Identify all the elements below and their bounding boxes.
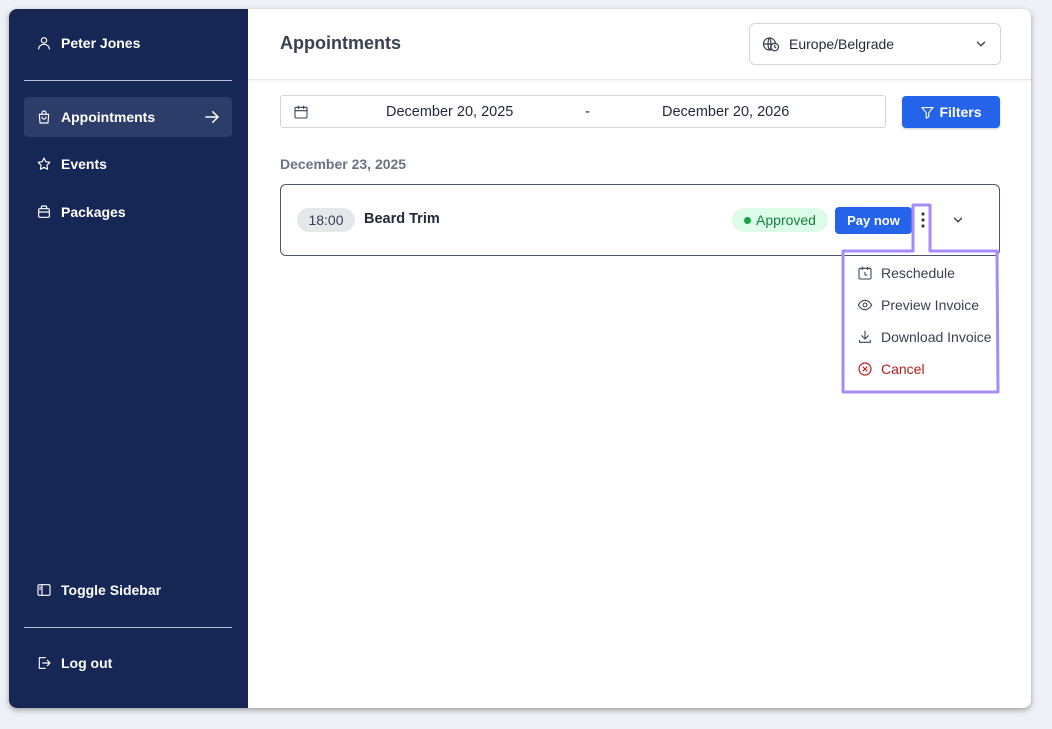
menu-item-download-invoice[interactable]: Download Invoice (846, 323, 996, 351)
more-options-icon[interactable] (917, 209, 929, 231)
appointment-card[interactable]: 18:00 Beard Trim Approved Pay now (280, 184, 1000, 256)
sidebar-item-label: Appointments (61, 109, 156, 125)
menu-item-preview-invoice[interactable]: Preview Invoice (846, 291, 996, 319)
layout-sidebar-icon (35, 582, 52, 599)
calendar-icon (294, 105, 308, 119)
star-icon (35, 156, 52, 173)
logout-button[interactable]: Log out (24, 643, 232, 683)
date-range-picker[interactable]: December 20, 2025 - December 20, 2026 (280, 95, 886, 128)
status-badge: Approved (732, 208, 828, 232)
menu-item-label: Download Invoice (881, 329, 992, 345)
start-date: December 20, 2025 (386, 104, 514, 120)
end-date: December 20, 2026 (662, 104, 790, 120)
logout-label: Log out (61, 655, 113, 671)
sidebar-item-label: Events (61, 156, 107, 172)
appointment-service: Beard Trim (364, 211, 440, 227)
menu-item-label: Reschedule (881, 265, 955, 281)
menu-item-label: Cancel (881, 361, 925, 377)
status-dot-icon (744, 216, 752, 224)
toggle-sidebar-button[interactable]: Toggle Sidebar (24, 570, 232, 610)
appointment-time: 18:00 (297, 208, 355, 232)
user-profile[interactable]: Peter Jones (24, 23, 232, 63)
group-date-heading: December 23, 2025 (280, 156, 407, 172)
sidebar-divider (24, 627, 232, 628)
download-icon (856, 328, 874, 346)
sidebar-divider (24, 80, 232, 81)
timezone-value: Europe/Belgrade (789, 36, 895, 52)
menu-item-label: Preview Invoice (881, 297, 980, 313)
options-menu: Reschedule Preview Invoice Download Invo… (846, 256, 996, 388)
menu-item-reschedule[interactable]: Reschedule (846, 259, 996, 287)
sidebar-item-events[interactable]: Events (24, 144, 232, 184)
chevron-down-icon[interactable] (951, 213, 965, 227)
calendar-clock-icon (856, 264, 874, 282)
menu-item-cancel[interactable]: Cancel (846, 355, 996, 383)
eye-icon (856, 296, 874, 314)
date-separator: - (585, 104, 590, 120)
filters-button[interactable]: Filters (902, 96, 1000, 128)
sidebar-item-packages[interactable]: Packages (24, 192, 232, 232)
filters-label: Filters (939, 104, 982, 120)
logout-icon (35, 655, 52, 672)
sidebar-item-label: Packages (61, 204, 126, 220)
x-circle-icon (856, 360, 874, 378)
filter-icon (921, 106, 935, 119)
header: Appointments Europe/Belgrade (248, 9, 1031, 80)
pay-now-button[interactable]: Pay now (835, 207, 912, 234)
arrow-right-icon (203, 108, 221, 126)
user-icon (35, 35, 52, 52)
user-name: Peter Jones (61, 35, 141, 51)
globe-clock-icon (762, 37, 780, 52)
timezone-select[interactable]: Europe/Belgrade (749, 23, 1001, 65)
package-icon (35, 204, 52, 221)
toggle-sidebar-label: Toggle Sidebar (61, 582, 162, 598)
chevron-down-icon (976, 41, 986, 47)
sidebar: Peter Jones Appointments Events Packages (9, 9, 248, 708)
page-title: Appointments (280, 33, 401, 53)
shopping-bag-icon (35, 109, 52, 126)
status-label: Approved (756, 212, 816, 228)
sidebar-item-appointments[interactable]: Appointments (24, 97, 232, 137)
